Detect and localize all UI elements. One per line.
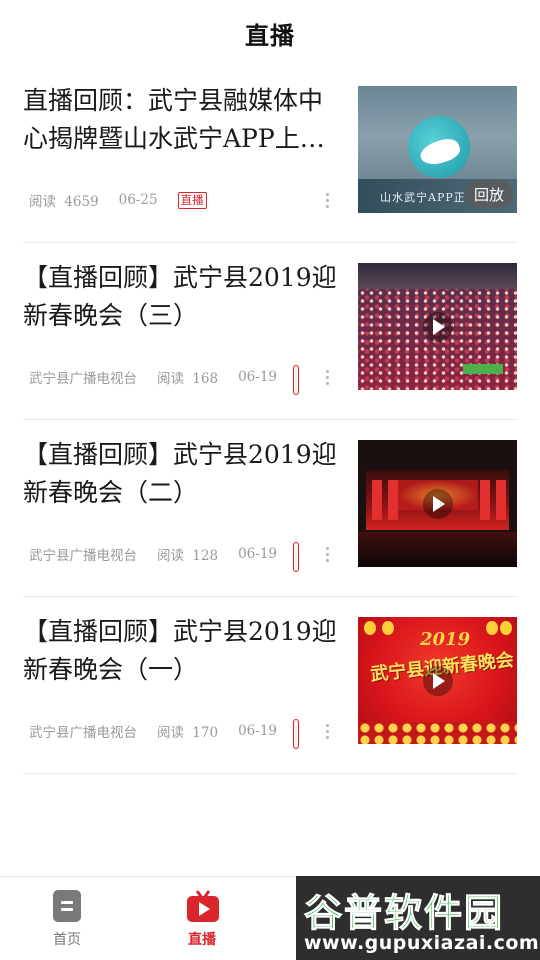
- play-icon[interactable]: [422, 488, 453, 519]
- article-meta: 武宁县广播电视台 阅读 128 06-19: [29, 542, 277, 566]
- tv-play-icon: [187, 889, 219, 922]
- article-source: 武宁县广播电视台: [29, 725, 137, 741]
- tab-label: 直播: [188, 932, 216, 948]
- read-count: 168: [192, 371, 219, 387]
- top-bar: 直播: [0, 0, 540, 66]
- play-icon[interactable]: [422, 311, 453, 342]
- lantern-icon: [364, 621, 376, 635]
- article-meta: 阅读 4659 06-25 直播: [29, 188, 207, 212]
- list-item[interactable]: 【直播回顾】武宁县2019迎新春晚会（三） 武宁县广播电视台 阅读 168 06…: [23, 243, 517, 420]
- status-bar: [293, 719, 299, 749]
- play-icon[interactable]: [422, 665, 453, 696]
- tab-live[interactable]: 直播: [162, 889, 242, 949]
- page-title: 直播: [245, 21, 295, 50]
- more-options-icon[interactable]: [319, 365, 335, 389]
- read-label: 阅读: [157, 548, 184, 564]
- article-title[interactable]: 【直播回顾】武宁县2019迎新春晚会（二）: [23, 436, 341, 512]
- lantern-icon: [500, 621, 512, 635]
- list-item[interactable]: 直播回顾：武宁县融媒体中心揭牌暨山水武宁APP上… 阅读 4659 06-25 …: [23, 66, 517, 243]
- video-thumbnail[interactable]: [358, 440, 517, 567]
- live-badge: 直播: [177, 191, 207, 209]
- article-source: 武宁县广播电视台: [29, 371, 137, 387]
- lantern-icon: [382, 621, 394, 635]
- article-title[interactable]: 【直播回顾】武宁县2019迎新春晚会（一）: [23, 613, 341, 689]
- video-thumbnail[interactable]: 2019 武宁县迎新春晚会: [358, 617, 517, 744]
- replay-button[interactable]: 回放: [465, 180, 513, 208]
- read-count: 128: [192, 548, 219, 564]
- read-label: 阅读: [157, 725, 184, 741]
- article-title[interactable]: 直播回顾：武宁县融媒体中心揭牌暨山水武宁APP上…: [23, 82, 341, 158]
- article-thumbnail[interactable]: 山水武宁APP正 回放: [358, 86, 517, 213]
- status-bar: [293, 542, 299, 572]
- watermark-text: 谷普软件园: [303, 891, 505, 936]
- read-count: 4659: [64, 194, 99, 210]
- read-label: 阅读: [29, 194, 56, 210]
- status-bar: [293, 365, 299, 395]
- lantern-icon: [486, 621, 498, 635]
- list-item[interactable]: 【直播回顾】武宁县2019迎新春晚会（一） 武宁县广播电视台 阅读 170 06…: [23, 597, 517, 774]
- publish-date: 06-19: [238, 546, 277, 562]
- article-meta: 武宁县广播电视台 阅读 168 06-19: [29, 365, 277, 389]
- article-source: 武宁县广播电视台: [29, 548, 137, 564]
- more-options-icon[interactable]: [319, 719, 335, 743]
- article-list: 直播回顾：武宁县融媒体中心揭牌暨山水武宁APP上… 阅读 4659 06-25 …: [0, 66, 540, 774]
- watermark-url: www.gupuxiazai.com: [304, 932, 540, 954]
- publish-date: 06-19: [238, 369, 277, 385]
- thumbnail-year: 2019: [420, 629, 471, 650]
- document-icon: [53, 890, 81, 922]
- article-meta: 武宁县广播电视台 阅读 170 06-19: [29, 719, 277, 743]
- article-title[interactable]: 【直播回顾】武宁县2019迎新春晚会（三）: [23, 259, 341, 335]
- read-label: 阅读: [157, 371, 184, 387]
- watermark-overlay: 谷普软件园 www.gupuxiazai.com: [296, 876, 540, 960]
- more-options-icon[interactable]: [319, 188, 335, 212]
- video-thumbnail[interactable]: [358, 263, 517, 390]
- tab-label: 首页: [53, 932, 81, 948]
- thumbnail-caption: 山水武宁APP正: [380, 191, 466, 204]
- more-options-icon[interactable]: [319, 542, 335, 566]
- read-count: 170: [192, 725, 219, 741]
- list-item[interactable]: 【直播回顾】武宁县2019迎新春晚会（二） 武宁县广播电视台 阅读 128 06…: [23, 420, 517, 597]
- publish-date: 06-25: [118, 192, 158, 208]
- tab-home[interactable]: 首页: [27, 889, 107, 949]
- publish-date: 06-19: [238, 723, 277, 739]
